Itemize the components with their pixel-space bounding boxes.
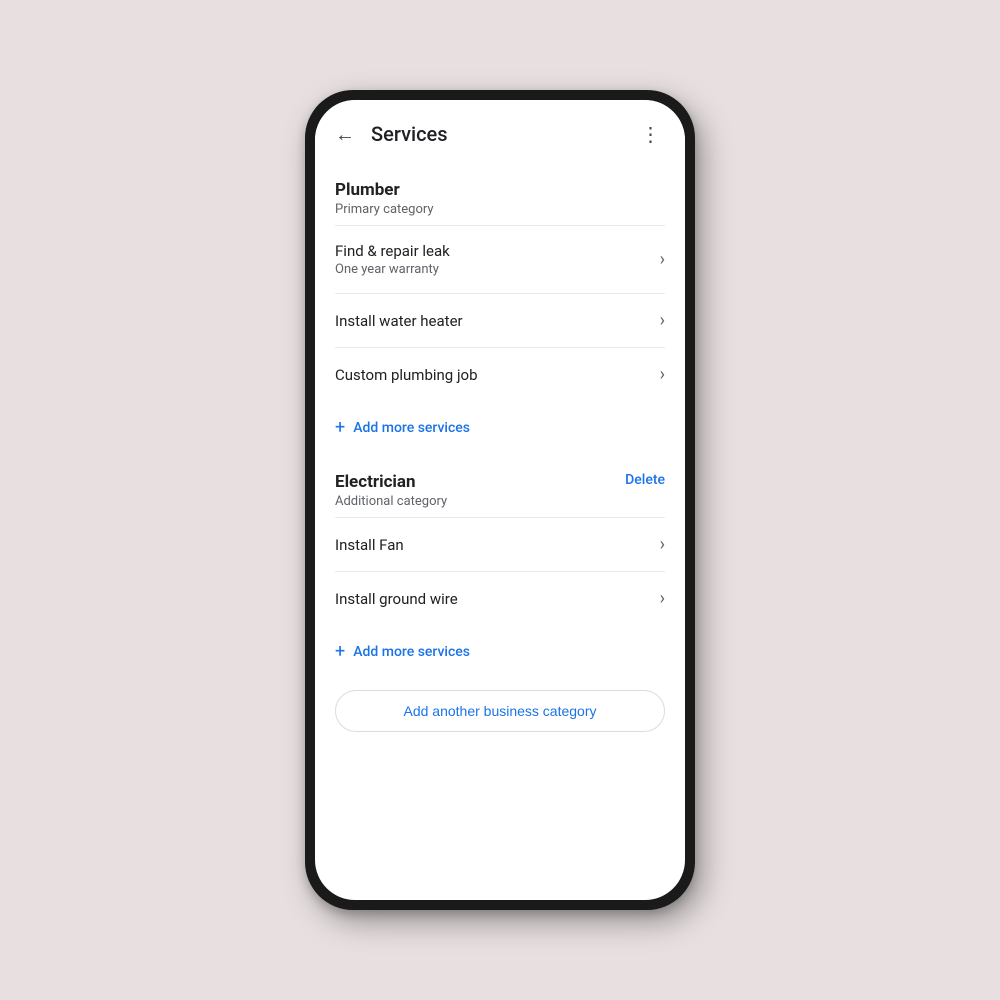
more-icon: ⋮ (641, 122, 662, 146)
add-services-plumber-label: Add more services (353, 420, 470, 436)
chevron-icon-find-repair-leak: › (660, 249, 665, 270)
back-button[interactable]: ← (327, 116, 363, 152)
service-info-install-fan: Install Fan (335, 536, 404, 554)
add-services-electrician-button[interactable]: + Add more services (315, 625, 685, 678)
phone-frame: ← Services ⋮ Plumber Primary category Fi… (305, 90, 695, 910)
add-another-category-button[interactable]: Add another business category (335, 690, 665, 732)
plumber-service-list: Find & repair leak One year warranty › I… (315, 226, 685, 401)
plumber-category-header: Plumber Primary category (315, 162, 685, 221)
phone-screen: ← Services ⋮ Plumber Primary category Fi… (315, 100, 685, 900)
add-services-plumber-button[interactable]: + Add more services (315, 401, 685, 454)
service-name-custom-plumbing: Custom plumbing job (335, 366, 478, 384)
chevron-icon-custom-plumbing: › (660, 364, 665, 385)
service-name-install-water-heater: Install water heater (335, 312, 463, 330)
electrician-category-info: Electrician Additional category (335, 472, 447, 509)
service-name-install-fan: Install Fan (335, 536, 404, 554)
app-header: ← Services ⋮ (315, 100, 685, 162)
electrician-category-header: Electrician Additional category Delete (315, 454, 685, 513)
chevron-icon-install-fan: › (660, 534, 665, 555)
electrician-service-list: Install Fan › Install ground wire › (315, 518, 685, 625)
service-name-find-repair-leak: Find & repair leak (335, 242, 450, 260)
plus-icon-electrician: + (335, 641, 345, 662)
back-icon: ← (335, 122, 355, 147)
delete-electrician-button[interactable]: Delete (625, 472, 665, 488)
chevron-icon-install-ground-wire: › (660, 588, 665, 609)
service-info-custom-plumbing: Custom plumbing job (335, 366, 478, 384)
electrician-category-name: Electrician (335, 472, 447, 492)
service-name-install-ground-wire: Install ground wire (335, 590, 458, 608)
service-item-find-repair-leak[interactable]: Find & repair leak One year warranty › (335, 226, 665, 294)
bottom-section: Add another business category (315, 678, 685, 756)
service-info-install-ground-wire: Install ground wire (335, 590, 458, 608)
more-options-button[interactable]: ⋮ (633, 116, 669, 152)
service-info-install-water-heater: Install water heater (335, 312, 463, 330)
service-item-install-water-heater[interactable]: Install water heater › (335, 294, 665, 348)
content-area: Plumber Primary category Find & repair l… (315, 162, 685, 900)
service-subtitle-find-repair-leak: One year warranty (335, 262, 450, 277)
chevron-icon-install-water-heater: › (660, 310, 665, 331)
plumber-category-type: Primary category (335, 202, 665, 217)
service-item-install-ground-wire[interactable]: Install ground wire › (335, 572, 665, 625)
add-services-electrician-label: Add more services (353, 644, 470, 660)
plumber-category-name: Plumber (335, 180, 665, 200)
page-title: Services (371, 122, 633, 146)
electrician-category-type: Additional category (335, 494, 447, 509)
plus-icon-plumber: + (335, 417, 345, 438)
service-item-custom-plumbing[interactable]: Custom plumbing job › (335, 348, 665, 401)
service-item-install-fan[interactable]: Install Fan › (335, 518, 665, 572)
service-info-find-repair-leak: Find & repair leak One year warranty (335, 242, 450, 277)
